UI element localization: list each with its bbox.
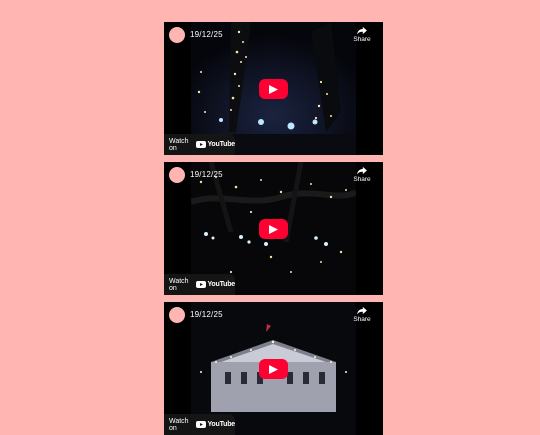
video-title[interactable]: 19/12/25 <box>190 170 223 179</box>
video-title[interactable]: 19/12/25 <box>190 30 223 39</box>
share-icon <box>357 306 367 315</box>
play-icon <box>269 225 278 234</box>
youtube-wordmark: YouTube <box>207 281 235 288</box>
play-button[interactable] <box>259 79 288 99</box>
youtube-icon <box>196 141 207 148</box>
watch-on-label: Watch on <box>169 417 189 432</box>
watch-on-youtube-button[interactable]: Watch on YouTube <box>164 274 235 295</box>
video-embed-2[interactable]: 19/12/25 Share Watch on YouTube <box>164 162 383 295</box>
play-icon <box>269 85 278 94</box>
watch-on-label: Watch on <box>169 277 189 292</box>
share-icon <box>357 26 367 35</box>
video-embed-1[interactable]: 19/12/25 Share Watch on YouTube <box>164 22 383 155</box>
watch-on-label: Watch on <box>169 137 189 152</box>
youtube-icon <box>196 281 207 288</box>
channel-avatar[interactable] <box>169 307 185 323</box>
share-label: Share <box>353 36 371 43</box>
watch-on-youtube-button[interactable]: Watch on YouTube <box>164 134 235 155</box>
share-icon <box>357 166 367 175</box>
share-button[interactable]: Share <box>351 26 373 43</box>
share-label: Share <box>353 176 371 183</box>
video-title[interactable]: 19/12/25 <box>190 310 223 319</box>
share-button[interactable]: Share <box>351 306 373 323</box>
play-button[interactable] <box>259 359 288 379</box>
youtube-logo: YouTube <box>196 421 235 428</box>
youtube-icon <box>196 421 207 428</box>
video-embed-3[interactable]: 19/12/25 Share Watch on YouTube <box>164 302 383 435</box>
channel-avatar[interactable] <box>169 27 185 43</box>
youtube-logo: YouTube <box>196 281 235 288</box>
play-button[interactable] <box>259 219 288 239</box>
channel-avatar[interactable] <box>169 167 185 183</box>
youtube-wordmark: YouTube <box>207 141 235 148</box>
share-button[interactable]: Share <box>351 166 373 183</box>
watch-on-youtube-button[interactable]: Watch on YouTube <box>164 414 235 435</box>
youtube-logo: YouTube <box>196 141 235 148</box>
play-icon <box>269 365 278 374</box>
youtube-wordmark: YouTube <box>207 421 235 428</box>
share-label: Share <box>353 316 371 323</box>
